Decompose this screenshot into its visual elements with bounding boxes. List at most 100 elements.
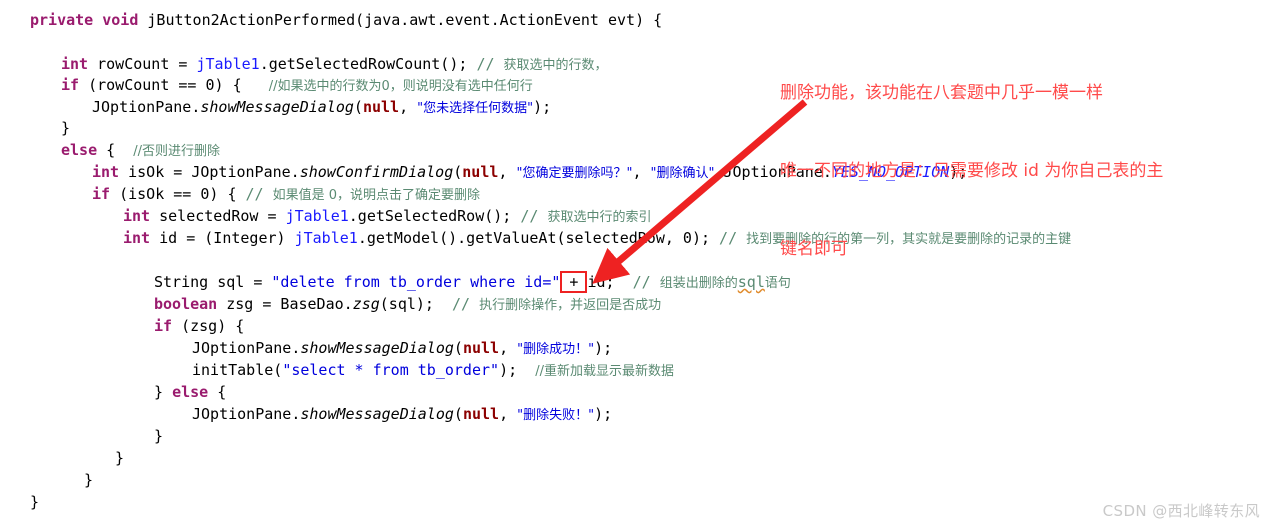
literal-null: null	[462, 163, 499, 181]
literal-null: null	[462, 339, 500, 357]
literal-null: null	[462, 405, 500, 423]
keyword-boolean: boolean	[154, 295, 218, 313]
identifier-jtable1: jTable1	[285, 207, 349, 225]
annotation-text: 删除功能，该功能在八套题中几乎一模一样 唯一不同的地方是：只需要修改 id 为你…	[780, 28, 1274, 314]
comment-slashes: //	[476, 55, 504, 73]
code-line-2: int rowCount = jTable1.getSelectedRowCou…	[61, 54, 608, 77]
code-text: JOptionPane.	[192, 405, 301, 423]
comment-slashes: //	[632, 273, 660, 291]
code-text: initTable(	[192, 361, 283, 379]
comment-slashes: //	[452, 295, 480, 313]
code-text: {	[208, 383, 227, 401]
code-line-8: if (isOk == 0) { // 如果值是 0，说明点击了确定要删除	[92, 184, 480, 207]
screenshot-root: private void jButton2ActionPerformed(jav…	[0, 0, 1274, 527]
code-line-19: }	[115, 448, 124, 470]
code-text: );	[499, 361, 536, 379]
keyword-int: int	[61, 55, 89, 73]
annotation-line-2: 唯一不同的地方是：只需要修改 id 为你自己表的主	[780, 161, 1164, 181]
keyword-if: if	[154, 317, 173, 335]
comment-text: //重新加载显示最新数据	[535, 364, 674, 379]
csdn-watermark: CSDN @西北峰转东风	[1102, 502, 1260, 520]
code-line-11: String sql = "delete from tb_order where…	[154, 272, 791, 295]
code-text: isOk = JOptionPane.	[119, 163, 300, 181]
code-line-5: }	[61, 118, 70, 140]
code-text: ,	[632, 163, 651, 181]
code-text: ,	[499, 405, 518, 423]
code-line-15: initTable("select * from tb_order"); //重…	[192, 360, 674, 383]
closing-brace: }	[115, 449, 125, 467]
keyword-int: int	[92, 163, 120, 181]
string-literal-confirm: "您确定要删除吗？"	[516, 166, 633, 181]
identifier-jtable1: jTable1	[196, 55, 260, 73]
code-text: (	[453, 163, 463, 181]
code-text: {	[97, 141, 134, 159]
keyword-private: private	[30, 11, 94, 29]
comment-slashes: //	[719, 229, 747, 247]
closing-brace: }	[61, 119, 71, 137]
code-text: JOptionPane.	[192, 339, 301, 357]
keyword-else: else	[172, 383, 209, 401]
code-text: String sql =	[154, 273, 272, 291]
code-text: zsg = BaseDao.	[217, 295, 353, 313]
comment-text: 如果值是 0，说明点击了确定要删除	[272, 188, 481, 203]
keyword-int: int	[123, 229, 151, 247]
code-text: (sql);	[379, 295, 453, 313]
code-line-9: int selectedRow = jTable1.getSelectedRow…	[123, 206, 651, 229]
string-literal-select: "select * from tb_order"	[282, 361, 500, 379]
sql-id-token: id	[524, 273, 543, 291]
method-showmessagedialog: showMessageDialog	[300, 405, 454, 423]
method-showmessagedialog: showMessageDialog	[300, 339, 454, 357]
comment-text: 获取选中行的索引	[547, 210, 652, 225]
comment-slashes: //	[520, 207, 548, 225]
code-line-21: }	[30, 492, 39, 514]
method-zsg: zsg	[352, 295, 380, 313]
comment-text: //如果选中的行数为0，则说明没有选中任何行	[268, 79, 533, 94]
code-line-13: if (zsg) {	[154, 316, 244, 338]
code-line-20: }	[84, 470, 93, 492]
keyword-if: if	[61, 76, 80, 94]
comment-text: 组装出删除的	[659, 276, 738, 291]
keyword-if: if	[92, 185, 111, 203]
literal-null: null	[362, 98, 400, 116]
code-text: id = (Integer)	[150, 229, 295, 247]
keyword-void: void	[102, 11, 139, 29]
code-text: rowCount =	[88, 55, 197, 73]
closing-brace: }	[84, 471, 94, 489]
code-text: ,	[399, 98, 418, 116]
code-line-6: else { //否则进行删除	[61, 140, 220, 163]
keyword-else: else	[61, 141, 98, 159]
code-text: .getSelectedRowCount();	[259, 55, 477, 73]
closing-brace: }	[30, 493, 40, 511]
code-line-12: boolean zsg = BaseDao.zsg(sql); // 执行删除操…	[154, 294, 661, 317]
code-text: + id;	[560, 273, 633, 291]
code-text: ,	[499, 339, 518, 357]
code-text: selectedRow =	[150, 207, 286, 225]
identifier-jtable1: jTable1	[294, 229, 358, 247]
code-line-1: private void jButton2ActionPerformed(jav…	[30, 10, 662, 32]
code-text: (	[453, 339, 463, 357]
method-showmessagedialog: showMessageDialog	[200, 98, 354, 116]
sql-string-end: ="	[542, 273, 561, 291]
code-text: JOptionPane.	[92, 98, 201, 116]
code-line-18: }	[154, 426, 163, 448]
comment-text: 获取选中的行数，	[503, 58, 608, 73]
code-text: (isOk == 0) {	[110, 185, 246, 203]
comment-slashes: //	[245, 185, 273, 203]
annotation-line-1: 删除功能，该功能在八套题中几乎一模一样	[780, 83, 1103, 103]
code-line-4: JOptionPane.showMessageDialog(null, "您未选…	[92, 97, 551, 120]
code-text: (rowCount == 0) {	[79, 76, 269, 94]
comment-text: //否则进行删除	[133, 144, 221, 159]
string-literal-title: "删除确认"	[650, 166, 715, 181]
code-line-14: JOptionPane.showMessageDialog(null, "删除成…	[192, 338, 612, 361]
string-literal: "您未选择任何数据"	[417, 101, 534, 116]
sql-string-start: "delete from tb_order where	[271, 273, 525, 291]
code-text: );	[594, 405, 613, 423]
code-text: (	[453, 405, 463, 423]
code-text: ,	[498, 163, 517, 181]
code-text: (	[353, 98, 363, 116]
closing-brace: }	[154, 427, 164, 445]
code-text: .getSelectedRow();	[348, 207, 521, 225]
keyword-int: int	[123, 207, 151, 225]
comment-sql-word: sql	[737, 273, 765, 291]
